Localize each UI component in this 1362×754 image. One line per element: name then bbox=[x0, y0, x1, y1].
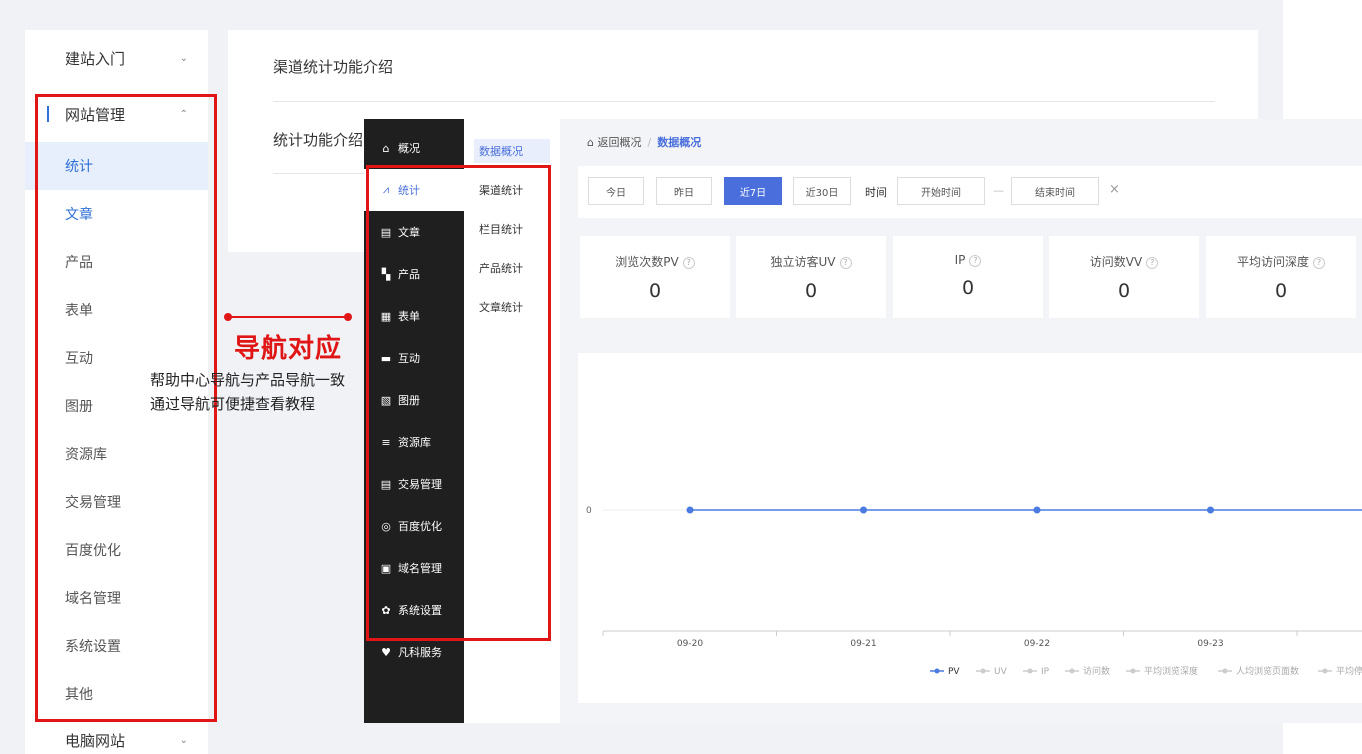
help-icon[interactable]: ? bbox=[1313, 257, 1325, 269]
data-point-pv bbox=[860, 506, 867, 514]
breadcrumb: ⌂ 返回概况 / 数据概况 bbox=[587, 134, 701, 150]
trend-chart: 0 09-20 09-21 09-22 09-23 PV UV IP 访问数 平均浏览深度 人均浏览… bbox=[586, 506, 1362, 677]
stat-value: 0 bbox=[1274, 280, 1288, 302]
main-nav-item-0[interactable]: ⌂ 概况 bbox=[364, 127, 464, 169]
x-tick-label: 09-21 bbox=[850, 639, 876, 649]
legend-label: UV bbox=[994, 667, 1008, 677]
clear-icon[interactable]: × bbox=[1109, 182, 1120, 197]
home-icon: ⌂ bbox=[382, 141, 390, 155]
stat-card-ip: IP? 0 bbox=[893, 236, 1043, 318]
stat-value: 0 bbox=[804, 280, 818, 302]
range-today-button[interactable]: 今日 bbox=[588, 177, 644, 205]
stat-card-pv: 浏览次数PV? 0 bbox=[580, 236, 730, 318]
main-nav-label: 凡科服务 bbox=[398, 646, 442, 659]
x-tick-label: 09-22 bbox=[1024, 639, 1050, 649]
stat-value: 0 bbox=[1117, 280, 1131, 302]
legend-marker bbox=[1027, 668, 1033, 674]
date-filter-bar: 今日 昨日 近7日 近30日 时间 开始时间 — 结束时间 × bbox=[578, 166, 1362, 218]
legend-marker bbox=[1069, 668, 1075, 674]
article-link-stats[interactable]: 统计功能介绍 bbox=[273, 129, 363, 150]
stat-value: 0 bbox=[648, 280, 662, 302]
annotation-title: 导航对应 bbox=[234, 334, 343, 364]
stat-card-uv: 独立访客UV? 0 bbox=[736, 236, 886, 318]
legend-marker bbox=[1130, 668, 1136, 674]
legend-label: IP bbox=[1041, 667, 1050, 677]
data-point-pv bbox=[1207, 506, 1214, 514]
x-tick-label: 09-23 bbox=[1197, 639, 1223, 649]
legend-marker bbox=[1222, 668, 1228, 674]
range-yesterday-button[interactable]: 昨日 bbox=[656, 177, 712, 205]
stat-card-vv: 访问数VV? 0 bbox=[1049, 236, 1199, 318]
stat-label: 平均访问深度 bbox=[1236, 255, 1309, 269]
end-time-input[interactable]: 结束时间 bbox=[1011, 177, 1099, 205]
range-30days-button[interactable]: 近30日 bbox=[793, 177, 851, 205]
connector-dot bbox=[344, 313, 352, 321]
nav-group-getting-started[interactable]: 建站入门 ⌄ bbox=[25, 30, 208, 86]
start-time-input[interactable]: 开始时间 bbox=[897, 177, 985, 205]
stat-card-depth: 平均访问深度? 0 bbox=[1206, 236, 1356, 318]
legend-label: 平均浏览深度 bbox=[1144, 665, 1198, 677]
nav-group-pc-site[interactable]: 电脑网站 ⌄ bbox=[25, 718, 208, 754]
help-icon[interactable]: ? bbox=[969, 255, 982, 267]
trend-chart-card: 0 09-20 09-21 09-22 09-23 PV UV IP 访问数 平均浏览深度 人均浏览… bbox=[578, 353, 1362, 703]
annotation-text: 帮助中心导航与产品导航一致 bbox=[150, 371, 346, 389]
legend-label: 访问数 bbox=[1083, 665, 1110, 677]
connector-dot bbox=[224, 313, 232, 321]
legend-label: 人均浏览页面数 bbox=[1236, 665, 1299, 677]
stat-label: IP bbox=[954, 253, 966, 267]
home-icon: ⌂ bbox=[587, 136, 594, 149]
legend-marker bbox=[1322, 668, 1328, 674]
breadcrumb-back[interactable]: 返回概况 bbox=[597, 136, 641, 149]
heart-icon: ♥ bbox=[381, 645, 391, 659]
help-icon[interactable]: ? bbox=[839, 257, 852, 269]
x-tick-label: 09-20 bbox=[677, 639, 703, 649]
connector-line bbox=[226, 316, 350, 318]
range-7days-button[interactable]: 近7日 bbox=[724, 177, 782, 205]
annotation-text: 通过导航可便捷查看教程 bbox=[150, 395, 316, 413]
stat-value: 0 bbox=[961, 277, 975, 299]
article-link-channel-stats[interactable]: 渠道统计功能介绍 bbox=[273, 56, 393, 77]
legend-marker bbox=[980, 668, 986, 674]
legend-marker bbox=[934, 668, 940, 674]
data-point-pv bbox=[1033, 506, 1041, 514]
breadcrumb-current: 数据概况 bbox=[657, 136, 702, 149]
help-icon[interactable]: ? bbox=[1146, 257, 1159, 269]
stat-label: 独立访客UV bbox=[770, 255, 836, 269]
divider bbox=[273, 101, 1215, 102]
range-dash: — bbox=[993, 184, 1004, 197]
help-icon[interactable]: ? bbox=[682, 257, 695, 269]
legend-label: 平均停 bbox=[1336, 665, 1362, 677]
highlight-box-app-nav bbox=[366, 165, 551, 641]
data-point-pv bbox=[686, 506, 694, 514]
chevron-down-icon: ⌄ bbox=[179, 734, 188, 746]
sub-nav-overview[interactable]: 数据概况 bbox=[474, 139, 550, 163]
breadcrumb-separator: / bbox=[647, 136, 652, 149]
chevron-down-icon: ⌄ bbox=[179, 52, 188, 64]
y-tick-label: 0 bbox=[586, 506, 592, 516]
time-label: 时间 bbox=[865, 186, 887, 199]
stat-label: 访问数VV bbox=[1089, 255, 1143, 269]
sub-nav-label: 数据概况 bbox=[479, 145, 523, 158]
divider bbox=[273, 173, 373, 174]
nav-group-label: 电脑网站 bbox=[65, 731, 126, 750]
main-nav-label: 概况 bbox=[398, 142, 420, 155]
legend-label: PV bbox=[948, 667, 960, 677]
nav-group-label: 建站入门 bbox=[65, 49, 126, 68]
stat-label: 浏览次数PV bbox=[615, 255, 679, 269]
